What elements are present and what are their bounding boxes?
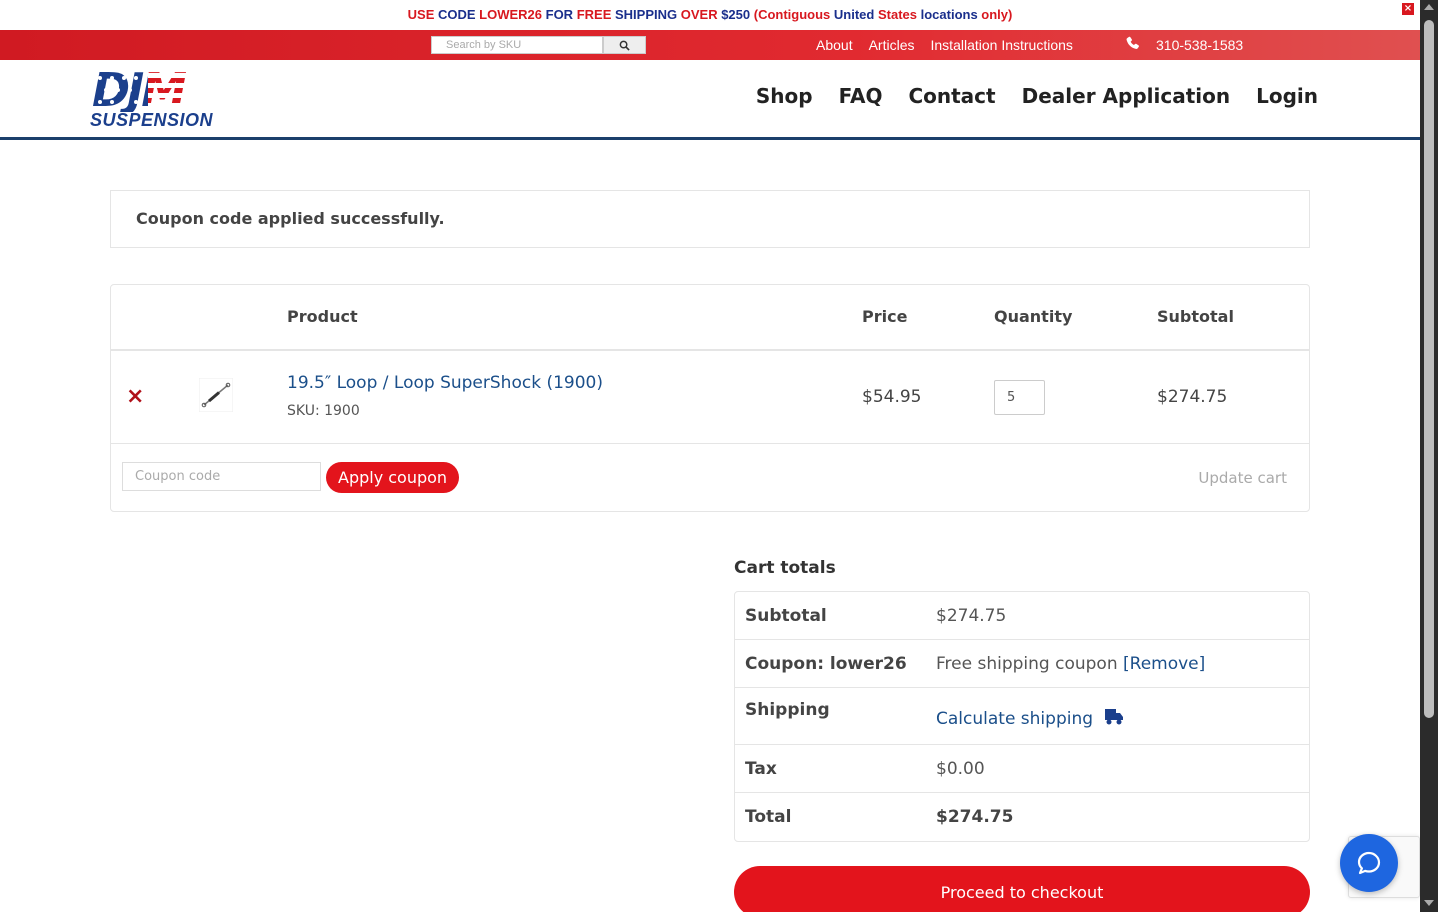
- nav-contact[interactable]: Contact: [908, 84, 995, 108]
- search-icon: [619, 40, 630, 51]
- header-subtotal: Subtotal: [1157, 307, 1234, 326]
- totals-shipping-row: Shipping Calculate shipping: [735, 688, 1309, 745]
- product-price: $54.95: [862, 387, 922, 407]
- announcement-part: LOWER26: [479, 7, 546, 22]
- sku-search-input[interactable]: [431, 36, 603, 54]
- proceed-to-checkout-button[interactable]: Proceed to checkout: [734, 866, 1310, 912]
- update-cart-button[interactable]: Update cart: [1198, 469, 1287, 487]
- totals-shipping-label: Shipping: [745, 700, 830, 720]
- chat-icon: [1357, 851, 1381, 875]
- totals-subtotal-label: Subtotal: [745, 606, 827, 626]
- page-scrollbar[interactable]: [1420, 0, 1438, 912]
- totals-subtotal-value: $274.75: [936, 606, 1007, 626]
- announcement-text: USE CODE LOWER26 FOR FREE SHIPPING OVER …: [408, 7, 1013, 22]
- close-announcement-button[interactable]: ×: [1402, 3, 1414, 15]
- nav-faq[interactable]: FAQ: [839, 84, 883, 108]
- announcement-part: locations: [920, 7, 982, 22]
- announcement-part: CODE: [437, 7, 480, 22]
- header-price: Price: [862, 307, 908, 326]
- scrollbar-thumb[interactable]: [1424, 20, 1434, 718]
- logo-wordmark: SUSPENSION: [90, 110, 214, 130]
- nav-shop[interactable]: Shop: [756, 84, 813, 108]
- totals-coupon-row: Coupon: lower26 Free shipping coupon [Re…: [735, 640, 1309, 688]
- totals-coupon-label: Coupon: lower26: [745, 654, 907, 674]
- utility-bar: About Articles Installation Instructions…: [0, 30, 1420, 60]
- totals-total-row: Total $274.75: [735, 793, 1309, 841]
- quantity-input[interactable]: [994, 380, 1045, 415]
- calculate-shipping-text: Calculate shipping: [936, 709, 1094, 729]
- scroll-up-arrow[interactable]: [1424, 4, 1434, 10]
- totals-subtotal-row: Subtotal $274.75: [735, 592, 1309, 640]
- phone-number[interactable]: 310-538-1583: [1156, 30, 1243, 60]
- announcement-part: $250: [721, 7, 754, 22]
- product-sku: SKU: 1900: [287, 403, 360, 419]
- announcement-part: SHIPPING: [614, 7, 681, 22]
- totals-coupon-value: Free shipping coupon [Remove]: [936, 654, 1205, 674]
- main-navigation: Shop FAQ Contact Dealer Application Logi…: [756, 84, 1318, 108]
- installation-instructions-link[interactable]: Installation Instructions: [931, 37, 1073, 53]
- chat-widget-button[interactable]: [1340, 834, 1398, 892]
- articles-link[interactable]: Articles: [869, 37, 915, 53]
- announcement-part: only): [981, 7, 1013, 22]
- calculate-shipping-link[interactable]: Calculate shipping: [936, 708, 1124, 729]
- header-product: Product: [287, 307, 358, 326]
- announcement-part: (Contiguous: [753, 7, 834, 22]
- nav-dealer-application[interactable]: Dealer Application: [1022, 84, 1230, 108]
- announcement-part: FOR: [545, 7, 577, 22]
- announcement-part: USE: [407, 7, 438, 22]
- remove-item-button[interactable]: ×: [126, 386, 144, 408]
- cart-table-header: Product Price Quantity Subtotal: [111, 285, 1309, 351]
- about-link[interactable]: About: [816, 37, 853, 53]
- coupon-success-notice: Coupon code applied successfully.: [110, 190, 1310, 248]
- product-thumbnail[interactable]: [199, 378, 233, 412]
- logo-flag-graphic: DJM: [92, 68, 187, 112]
- site-header: DJM SUSPENSION Shop FAQ Contact Dealer A…: [0, 60, 1420, 140]
- totals-total-value: $274.75: [936, 807, 1014, 827]
- phone-icon: [1126, 36, 1139, 49]
- coupon-description: Free shipping coupon: [936, 654, 1118, 674]
- utility-links: About Articles Installation Instructions: [816, 30, 1073, 60]
- scroll-down-arrow[interactable]: [1424, 900, 1434, 906]
- announcement-part: United: [833, 7, 878, 22]
- coupon-code-input[interactable]: [122, 462, 321, 491]
- totals-total-label: Total: [745, 807, 792, 827]
- cart-totals-title: Cart totals: [734, 558, 836, 578]
- totals-tax-row: Tax $0.00: [735, 745, 1309, 793]
- product-name-link[interactable]: 19.5″ Loop / Loop SuperShock (1900): [287, 373, 603, 393]
- totals-tax-value: $0.00: [936, 759, 985, 779]
- product-subtotal: $274.75: [1157, 387, 1228, 407]
- cart-totals-table: Subtotal $274.75 Coupon: lower26 Free sh…: [734, 591, 1310, 842]
- totals-tax-label: Tax: [745, 759, 777, 779]
- announcement-part: States: [877, 7, 921, 22]
- djm-logo[interactable]: DJM SUSPENSION: [88, 68, 238, 130]
- remove-coupon-link[interactable]: [Remove]: [1123, 654, 1205, 674]
- nav-login[interactable]: Login: [1256, 84, 1318, 108]
- sku-search-button[interactable]: [603, 36, 646, 54]
- table-row: × 19.5″ Loop / Loop SuperShock (1900) SK…: [111, 351, 1309, 444]
- announcement-part: OVER: [680, 7, 722, 22]
- announcement-bar: USE CODE LOWER26 FOR FREE SHIPPING OVER …: [0, 0, 1420, 30]
- cart-table: Product Price Quantity Subtotal × 19.5″ …: [110, 284, 1310, 512]
- header-quantity: Quantity: [994, 307, 1073, 326]
- apply-coupon-button[interactable]: Apply coupon: [326, 462, 460, 493]
- announcement-part: FREE: [576, 7, 615, 22]
- truck-icon: [1105, 709, 1124, 725]
